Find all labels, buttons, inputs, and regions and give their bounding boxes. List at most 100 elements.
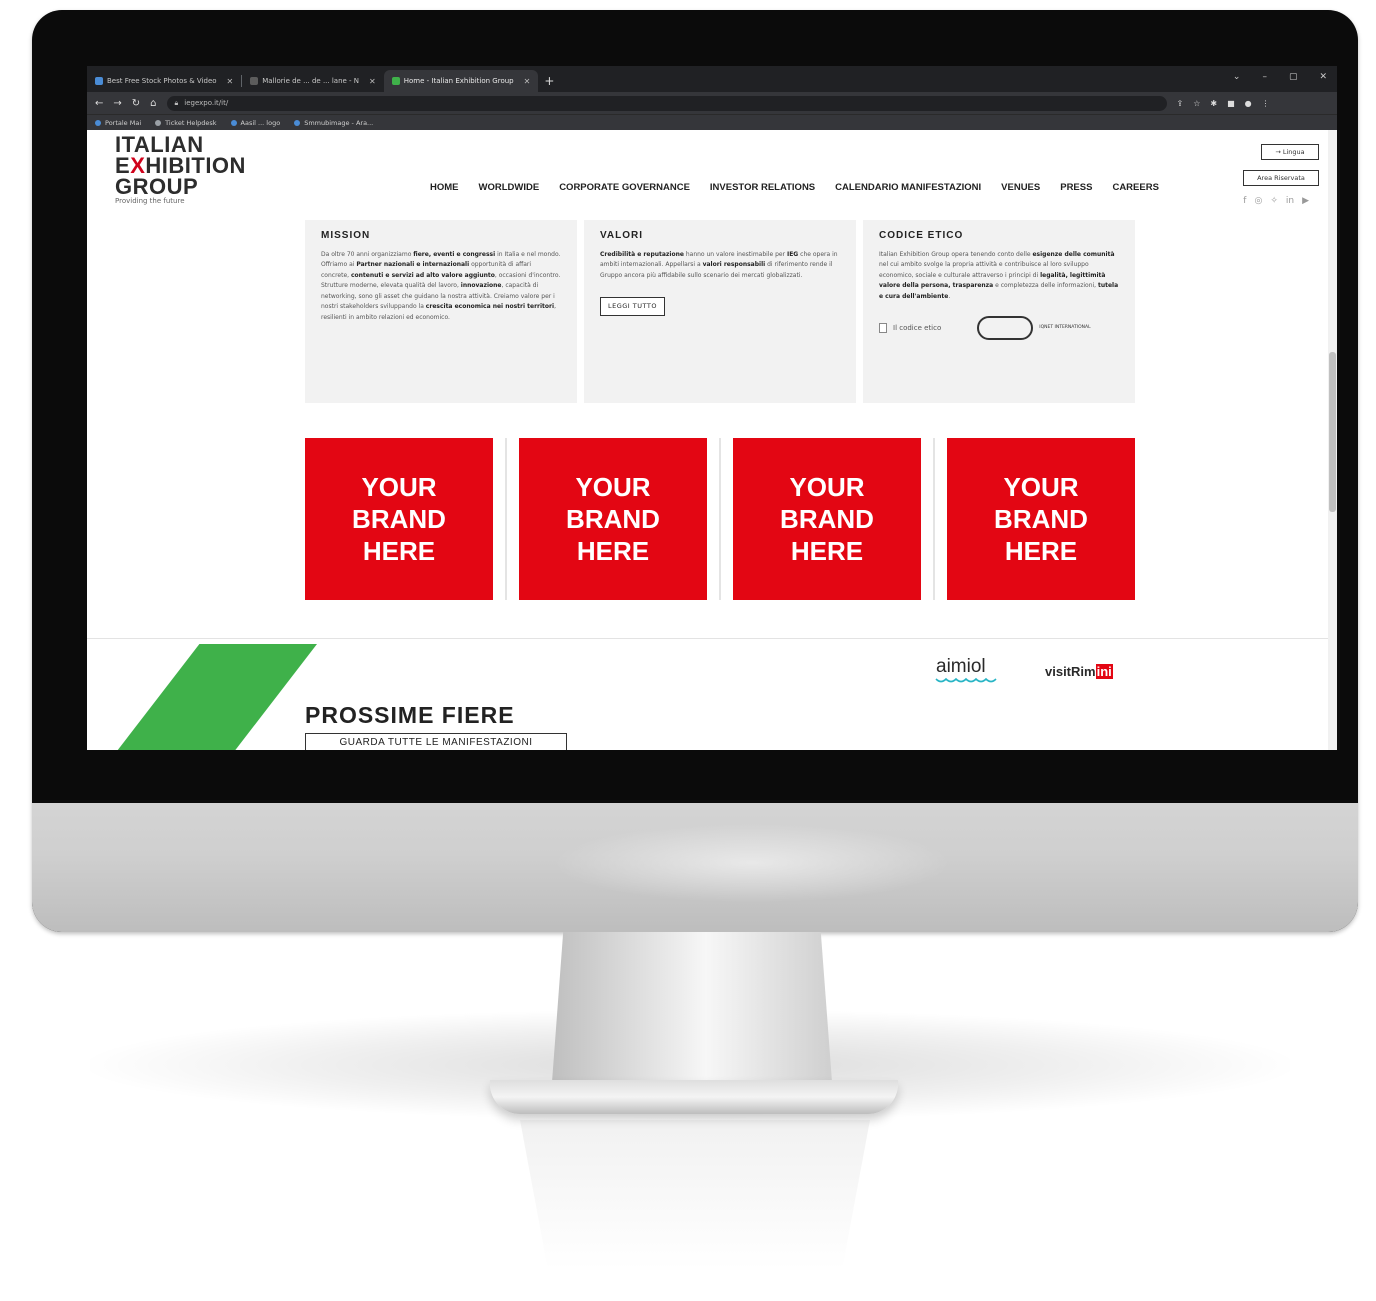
extensions-icon[interactable]: ✱ — [1210, 99, 1217, 108]
valori-text: Credibilità e reputazione hanno un valor… — [600, 250, 838, 279]
valori-title: VALORI — [600, 230, 644, 241]
brand-line: BRAND — [994, 504, 1088, 534]
menu-icon[interactable]: ⋮ — [1262, 99, 1270, 108]
logo-line-3: GROUP — [115, 174, 199, 199]
linkedin-icon[interactable]: in — [1286, 196, 1294, 206]
brand-line: YOUR — [361, 472, 437, 502]
tab-other[interactable]: Mallorie de ... de ... lane - N ✕ — [242, 70, 384, 92]
page-scrollbar[interactable] — [1328, 130, 1337, 750]
logo-line-2: EXHIBITION — [115, 155, 246, 177]
nav-press[interactable]: PRESS — [1060, 182, 1092, 193]
tab-stock-photos[interactable]: Best Free Stock Photos & Video ✕ — [87, 70, 241, 92]
desktop-scene: Best Free Stock Photos & Video ✕ Mallori… — [0, 0, 1376, 1301]
share-icon[interactable]: ⇪ — [1177, 99, 1184, 108]
bookmark-item[interactable]: Aasil ... logo — [230, 118, 281, 127]
monitor-bezel: Best Free Stock Photos & Video ✕ Mallori… — [32, 10, 1358, 932]
partner-logo-visitrimini[interactable]: visitRimini — [1045, 664, 1113, 679]
tab-close-icon[interactable]: ✕ — [369, 77, 376, 86]
codice-link-label: Il codice etico — [893, 323, 942, 332]
brand-tile[interactable]: YOUR BRAND HERE — [519, 438, 707, 600]
certification-globe-icon — [977, 316, 1034, 340]
tab-label: Best Free Stock Photos & Video — [107, 77, 217, 85]
nav-calendario-manifestazioni[interactable]: CALENDARIO MANIFESTAZIONI — [835, 182, 981, 193]
brand-tile[interactable]: YOUR BRAND HERE — [305, 438, 493, 600]
tab-close-icon[interactable]: ✕ — [524, 77, 531, 86]
bookmark-item[interactable]: Ticket Helpdesk — [155, 119, 217, 127]
brand-tile[interactable]: YOUR BRAND HERE — [947, 438, 1135, 600]
tab-close-icon[interactable]: ✕ — [227, 77, 234, 86]
monitor-stand-base — [490, 1080, 898, 1114]
new-tab-icon[interactable]: + — [544, 74, 554, 88]
tab-search-icon[interactable]: ⌄ — [1233, 72, 1241, 82]
partner-logo-aimiol[interactable]: aimiol — [932, 652, 1012, 688]
prossime-fiere-title: PROSSIME FIERE — [305, 702, 515, 728]
nav-corporate-governance[interactable]: CORPORATE GOVERNANCE — [559, 182, 690, 193]
forward-icon[interactable]: → — [113, 98, 121, 109]
reserved-area-button[interactable]: Area Riservata — [1243, 170, 1319, 186]
all-fairs-button[interactable]: GUARDA TUTTE LE MANIFESTAZIONI — [305, 733, 567, 750]
brand-tiles: YOUR BRAND HERE YOUR BRAND HERE YOUR BRA… — [305, 438, 1135, 600]
address-url: iegexpo.it/it/ — [184, 99, 229, 107]
window-controls: ⌄ – ▢ ✕ — [1233, 72, 1327, 82]
maximize-icon[interactable]: ▢ — [1289, 72, 1298, 82]
brand-line: BRAND — [780, 504, 874, 534]
browser-toolbar: ← → ↻ ⌂ 🔒︎ iegexpo.it/it/ ⇪ ☆ ✱ ■ ● ⋮ — [87, 92, 1337, 114]
bookmark-icon — [95, 119, 101, 126]
codice-etico-link[interactable]: Il codice etico — [879, 323, 941, 334]
main-nav: HOME WORLDWIDE CORPORATE GOVERNANCE INVE… — [430, 182, 1159, 193]
bookmark-item[interactable]: Smmubimage - Ara... — [294, 119, 373, 127]
facebook-icon[interactable]: f — [1243, 196, 1246, 206]
nav-home[interactable]: HOME — [430, 182, 459, 193]
profile-icon[interactable]: ● — [1245, 99, 1252, 108]
nav-careers[interactable]: CAREERS — [1112, 182, 1158, 193]
nav-worldwide[interactable]: WORLDWIDE — [479, 182, 540, 193]
document-icon — [879, 323, 887, 333]
logo-tagline: Providing the future — [115, 197, 185, 205]
address-bar[interactable]: 🔒︎ iegexpo.it/it/ — [166, 95, 1167, 111]
instagram-icon[interactable]: ◎ — [1254, 196, 1262, 206]
reload-icon[interactable]: ↻ — [132, 98, 140, 109]
browser-window: Best Free Stock Photos & Video ✕ Mallori… — [87, 66, 1337, 750]
nav-investor-relations[interactable]: INVESTOR RELATIONS — [710, 182, 815, 193]
youtube-icon[interactable]: ▶ — [1302, 196, 1309, 206]
bookmark-label: Aasil ... logo — [240, 118, 281, 127]
partner-logo-text: aimiol — [936, 656, 986, 677]
web-page: ITALIAN EXHIBITION GROUP Providing the f… — [87, 130, 1337, 750]
ieg-logo[interactable]: ITALIAN EXHIBITION GROUP Providing the f… — [115, 134, 246, 206]
language-button[interactable]: → Lingua — [1261, 144, 1319, 160]
minimize-icon[interactable]: – — [1262, 72, 1267, 82]
wave-icon — [935, 677, 997, 683]
codice-title: CODICE ETICO — [879, 230, 964, 241]
tile-separator — [493, 438, 519, 600]
partner-logo-text: visitRim — [1045, 664, 1096, 679]
sidebar-icon[interactable]: ■ — [1227, 99, 1235, 108]
nav-venues[interactable]: VENUES — [1001, 182, 1040, 193]
certification-label: IQNET INTERNATIONAL — [1039, 325, 1091, 330]
tab-ieg-home[interactable]: Home - Italian Exhibition Group ✕ — [383, 70, 539, 92]
tab-label: Home - Italian Exhibition Group — [403, 77, 514, 85]
bookmark-icon — [155, 119, 162, 126]
close-window-icon[interactable]: ✕ — [1319, 72, 1327, 82]
tab-bar: Best Free Stock Photos & Video ✕ Mallori… — [87, 66, 1337, 92]
social-links: f ◎ ✧ in ▶ — [1243, 196, 1309, 206]
leggi-tutto-button[interactable]: LEGGI TUTTO — [600, 297, 665, 316]
back-icon[interactable]: ← — [95, 98, 103, 109]
brand-line: HERE — [1004, 536, 1078, 566]
certification-badge: IQNET INTERNATIONAL — [977, 316, 1093, 340]
bookmark-item[interactable]: Portale Mai — [95, 119, 141, 127]
brand-line: HERE — [362, 536, 436, 566]
bookmarks-bar: Portale Mai Ticket Helpdesk Aasil ... lo… — [87, 114, 1337, 130]
codice-text: Italian Exhibition Group opera tenendo c… — [879, 250, 1119, 300]
toolbar-actions: ⇪ ☆ ✱ ■ ● ⋮ — [1177, 99, 1270, 108]
bookmark-label: Smmubimage - Ara... — [304, 118, 374, 127]
monitor-stand-neck — [552, 932, 832, 1082]
bookmark-star-icon[interactable]: ☆ — [1193, 99, 1200, 108]
home-icon[interactable]: ⌂ — [150, 98, 156, 109]
monitor-chin — [32, 803, 1358, 932]
twitter-icon[interactable]: ✧ — [1270, 196, 1278, 206]
brand-tile[interactable]: YOUR BRAND HERE — [733, 438, 921, 600]
tab-favicon-icon — [95, 77, 103, 85]
valori-card: VALORI Credibilità e reputazione hanno u… — [584, 220, 856, 403]
scrollbar-thumb[interactable] — [1329, 352, 1336, 512]
tab-label: Mallorie de ... de ... lane - N — [262, 77, 360, 85]
